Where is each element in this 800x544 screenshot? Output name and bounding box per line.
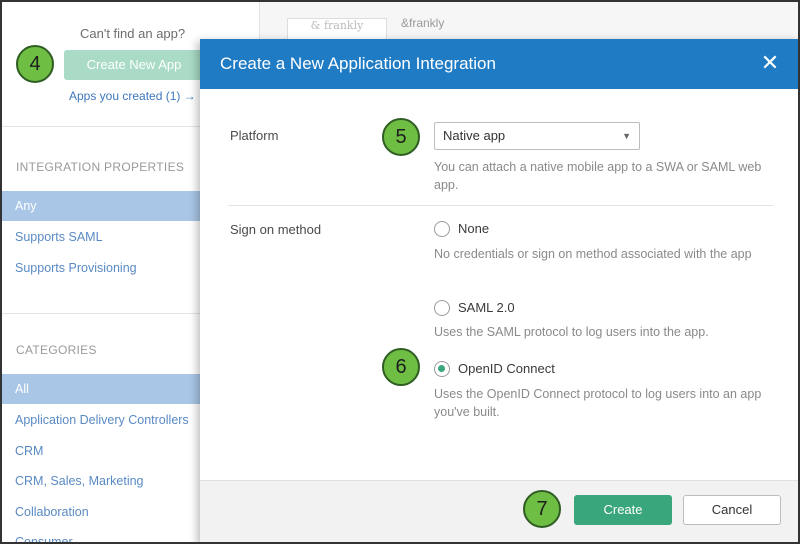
category-all[interactable]: All [2,374,202,404]
dialog-footer: Create Cancel [200,480,798,542]
platform-select[interactable]: Native app ▼ [434,122,640,150]
categories-heading: CATEGORIES [16,343,97,357]
platform-help-text: You can attach a native mobile app to a … [434,160,762,192]
sign-on-method-label: Sign on method [230,222,322,237]
category-collaboration[interactable]: Collaboration [2,497,202,527]
step-6-badge: 6 [382,348,420,386]
platform-select-value: Native app [443,128,506,143]
platform-label: Platform [230,128,279,143]
step-5-badge: 5 [382,118,420,156]
category-application-delivery-controllers[interactable]: Application Delivery Controllers [2,405,222,435]
filter-supports-saml[interactable]: Supports SAML [2,222,202,252]
screenshot-frame: Can't find an app? Create New App Apps y… [0,0,800,544]
filter-any[interactable]: Any [2,191,202,221]
step-4-badge: 4 [16,45,54,83]
dialog-title: Create a New Application Integration [220,54,496,73]
step-7-badge: 7 [523,490,561,528]
integration-properties-heading: INTEGRATION PROPERTIES [16,160,185,174]
close-icon[interactable]: ✕ [760,52,780,74]
apps-created-link[interactable]: Apps you created (1) → [69,89,196,103]
radio-label-saml: SAML 2.0 [458,300,515,315]
radio-none[interactable] [434,221,450,237]
radio-openid-connect[interactable] [434,361,450,377]
category-crm[interactable]: CRM [2,436,202,466]
saml-help-text: Uses the SAML protocol to log users into… [434,325,709,339]
create-new-app-button[interactable]: Create New App [64,50,204,80]
create-button[interactable]: Create [574,495,672,525]
category-crm-sales-marketing[interactable]: CRM, Sales, Marketing [2,466,202,496]
openid-help-text: Uses the OpenID Connect protocol to log … [434,387,762,419]
cancel-button[interactable]: Cancel [683,495,781,525]
caret-down-icon: ▼ [622,131,631,141]
frankly-app-name: &frankly [401,16,445,30]
dialog-header: Create a New Application Integration ✕ [200,39,798,89]
create-integration-dialog: Create a New Application Integration ✕ P… [200,39,798,542]
category-consumer[interactable]: Consumer [2,527,202,542]
cant-find-text: Can't find an app? [80,26,186,41]
divider [228,205,773,206]
frankly-logo: & frankly [287,18,387,40]
none-help-text: No credentials or sign on method associa… [434,247,752,261]
radio-label-openid: OpenID Connect [458,361,555,376]
filter-supports-provisioning[interactable]: Supports Provisioning [2,253,202,283]
radio-saml[interactable] [434,300,450,316]
radio-label-none: None [458,221,490,236]
